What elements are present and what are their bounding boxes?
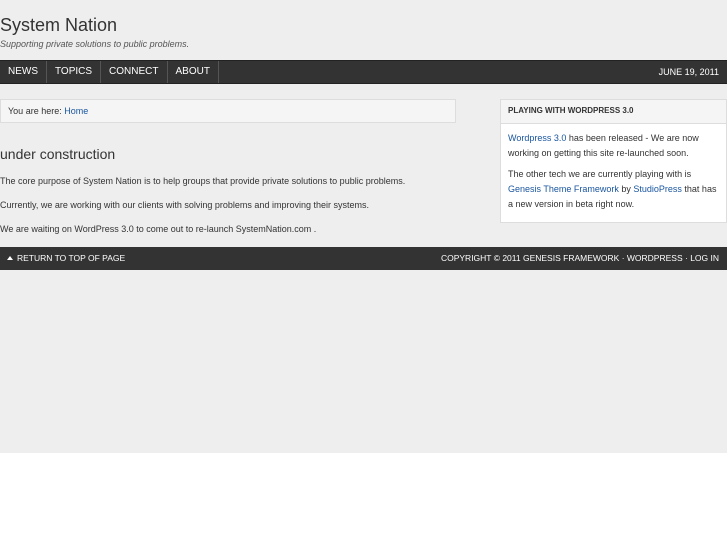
nav-item-topics[interactable]: TOPICS (47, 61, 102, 83)
nav-item-connect[interactable]: CONNECT (101, 61, 168, 83)
sidebar-widget: PLAYING WITH WORDPRESS 3.0 Wordpress 3.0… (500, 99, 727, 223)
breadcrumb-prefix: You are here: (8, 106, 65, 116)
widget-text: The other tech we are currently playing … (508, 169, 692, 179)
nav-date: JUNE 19, 2011 (658, 67, 719, 77)
copyright-link[interactable]: COPYRIGHT © 2011 GENESIS FRAMEWORK (441, 253, 619, 263)
widget-paragraph: Wordpress 3.0 has been released - We are… (508, 131, 719, 161)
wordpress-3-link[interactable]: Wordpress 3.0 (508, 133, 566, 143)
post-title: under construction (0, 146, 116, 162)
site-description: Supporting private solutions to public p… (0, 39, 190, 49)
main-nav: NEWS TOPICS CONNECT ABOUT JUNE 19, 2011 (0, 60, 727, 84)
widget-title: PLAYING WITH WORDPRESS 3.0 (501, 100, 726, 124)
nav-item-about[interactable]: ABOUT (168, 61, 219, 83)
nav-item-news[interactable]: NEWS (0, 61, 47, 83)
arrow-up-icon (7, 256, 13, 260)
wordpress-link[interactable]: WORDPRESS (627, 253, 683, 263)
post-paragraph: Currently, we are working with our clien… (0, 200, 369, 210)
widget-paragraph: The other tech we are currently playing … (508, 167, 719, 212)
site-footer: RETURN TO TOP OF PAGE COPYRIGHT © 2011 G… (0, 247, 727, 270)
studiopress-link[interactable]: StudioPress (633, 184, 682, 194)
site-title[interactable]: System Nation (0, 14, 117, 36)
genesis-framework-link[interactable]: Genesis Theme Framework (508, 184, 619, 194)
breadcrumb: You are here: Home (0, 99, 456, 123)
return-to-top-label: RETURN TO TOP OF PAGE (17, 253, 126, 263)
footer-credits: COPYRIGHT © 2011 GENESIS FRAMEWORK · WOR… (441, 247, 719, 270)
widget-text: by (618, 184, 634, 194)
post-paragraph: The core purpose of System Nation is to … (0, 176, 406, 186)
site-header: System Nation Supporting private solutio… (0, 0, 727, 60)
page: System Nation Supporting private solutio… (0, 0, 727, 453)
breadcrumb-home-link[interactable]: Home (64, 106, 88, 116)
login-link[interactable]: LOG IN (690, 253, 719, 263)
widget-body: Wordpress 3.0 has been released - We are… (501, 124, 726, 212)
return-to-top-link[interactable]: RETURN TO TOP OF PAGE (7, 247, 125, 270)
nav-menu: NEWS TOPICS CONNECT ABOUT (0, 61, 219, 83)
footer-separator: · (619, 253, 627, 263)
post-paragraph: We are waiting on WordPress 3.0 to come … (0, 224, 317, 234)
